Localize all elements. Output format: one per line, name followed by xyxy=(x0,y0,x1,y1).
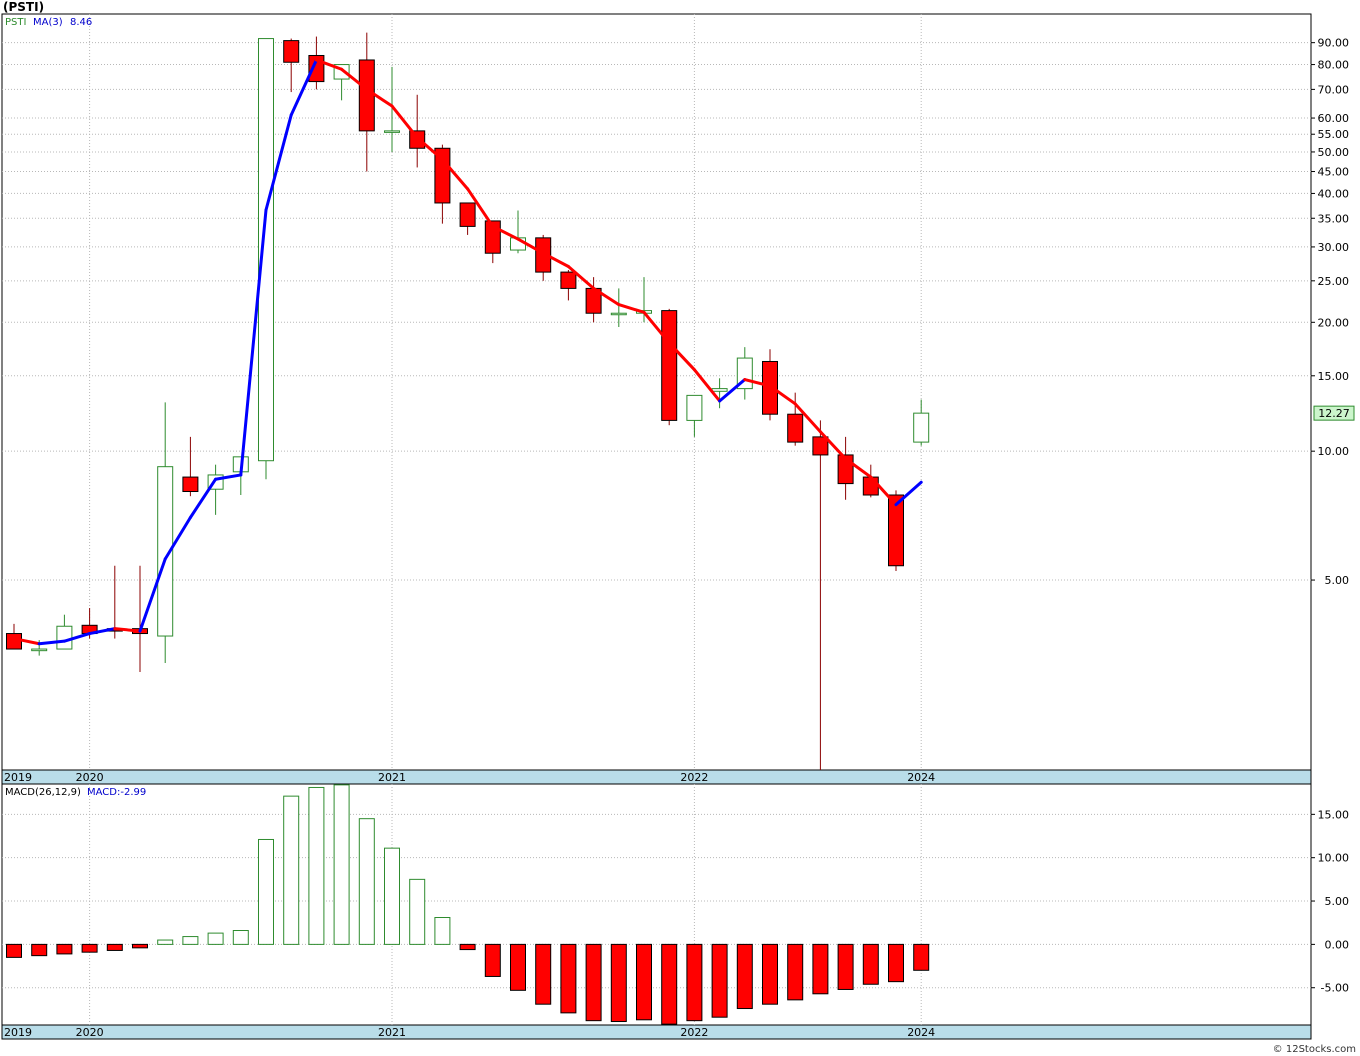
candle-body xyxy=(661,310,678,421)
macd-bar xyxy=(661,943,678,1025)
x-tick-label: 2024 xyxy=(907,1026,935,1039)
candle-body xyxy=(31,648,48,652)
x-axis-band xyxy=(1,1024,1312,1040)
price-panel-frame xyxy=(1,13,1312,771)
macd-bar xyxy=(308,786,325,945)
macd-tick-label: -5.00 xyxy=(1321,982,1349,995)
price-tick-label: 35.00 xyxy=(1318,212,1350,225)
price-tick-label: 25.00 xyxy=(1318,275,1350,288)
macd-bar xyxy=(384,847,400,945)
legend-indicator-value: 8.46 xyxy=(70,17,92,28)
macd-tick-label: 15.00 xyxy=(1318,808,1350,821)
macd-bar xyxy=(560,943,577,1014)
candle-body xyxy=(913,412,930,443)
price-tick-label: 10.00 xyxy=(1318,445,1350,458)
x-tick-label: 2022 xyxy=(680,1026,708,1039)
macd-bar xyxy=(837,943,854,990)
macd-bar xyxy=(106,943,123,951)
macd-bar xyxy=(434,917,451,945)
candle-body xyxy=(56,625,73,650)
macd-bar xyxy=(812,943,829,995)
price-tick-label: 50.00 xyxy=(1318,146,1350,159)
x-tick-label: 2020 xyxy=(76,771,104,784)
macd-bar xyxy=(535,943,552,1005)
price-tick-label: 15.00 xyxy=(1318,370,1350,383)
x-tick-label: 2019 xyxy=(4,771,32,784)
macd-bar xyxy=(610,943,627,1023)
macd-bar xyxy=(207,932,224,945)
x-tick-label: 2020 xyxy=(76,1026,104,1039)
price-tick-label: 30.00 xyxy=(1318,241,1350,254)
price-tick-label: 5.00 xyxy=(1325,574,1350,587)
price-tick-label: 20.00 xyxy=(1318,316,1350,329)
candle-body xyxy=(459,202,476,227)
x-tick-label: 2022 xyxy=(680,771,708,784)
price-tick-label: 40.00 xyxy=(1318,187,1350,200)
macd-bar xyxy=(711,943,728,1018)
macd-panel-frame xyxy=(1,783,1312,1026)
macd-bar xyxy=(510,943,526,991)
candle-body xyxy=(711,388,728,392)
macd-bar xyxy=(333,784,350,945)
candle-body xyxy=(686,394,703,421)
macd-bar xyxy=(736,943,753,1010)
macd-tick-label: 0.00 xyxy=(1325,938,1350,951)
macd-tick-label: 5.00 xyxy=(1325,895,1350,908)
candle-body xyxy=(6,633,22,650)
candle-body xyxy=(787,413,804,443)
macd-bar xyxy=(913,943,930,971)
last-price-label: 12.27 xyxy=(1318,407,1350,420)
macd-bar xyxy=(358,818,375,945)
macd-bar xyxy=(409,878,426,945)
macd-bar xyxy=(56,943,73,955)
macd-bar xyxy=(862,943,879,985)
macd-bar xyxy=(787,943,804,1001)
macd-bar xyxy=(132,943,148,949)
macd-bar xyxy=(484,943,501,977)
macd-bar xyxy=(232,930,249,945)
candle-body xyxy=(182,476,199,493)
candle-body xyxy=(283,40,300,63)
macd-bar xyxy=(258,838,274,945)
macd-bar xyxy=(636,943,652,1021)
macd-legend-name: MACD(26,12,9) xyxy=(5,787,81,798)
price-tick-label: 55.00 xyxy=(1318,128,1350,141)
macd-bar xyxy=(459,943,476,951)
macd-bar xyxy=(31,943,48,957)
macd-bar xyxy=(157,939,174,945)
macd-legend-value: MACD:-2.99 xyxy=(87,787,146,798)
candle-body xyxy=(384,130,400,133)
x-axis-band xyxy=(1,769,1312,785)
price-tick-label: 45.00 xyxy=(1318,166,1350,179)
x-tick-label: 2021 xyxy=(378,771,406,784)
x-tick-label: 2021 xyxy=(378,1026,406,1039)
price-tick-label: 80.00 xyxy=(1318,59,1350,72)
candle-body xyxy=(762,360,778,415)
stock-chart: 90.00 80.00 70.00 60.00 55.00 50.00 45.00 40.00… xyxy=(1,13,1355,1040)
macd-bar xyxy=(182,936,199,945)
macd-bar xyxy=(81,943,98,953)
macd-bar xyxy=(762,943,778,1005)
price-tick-label: 60.00 xyxy=(1318,112,1350,125)
candle-body xyxy=(358,59,375,132)
watermark: © 12Stocks.com xyxy=(1272,1044,1356,1055)
macd-bar xyxy=(585,943,602,1022)
price-tick-label: 70.00 xyxy=(1318,83,1350,96)
candle-body xyxy=(560,271,577,289)
macd-bar xyxy=(283,795,300,945)
candle-body xyxy=(862,476,879,496)
macd-bar xyxy=(6,943,22,958)
macd-bar xyxy=(686,943,703,1022)
x-tick-label: 2019 xyxy=(4,1026,32,1039)
macd-bar xyxy=(888,943,904,983)
legend-indicator: MA(3) xyxy=(33,17,63,28)
x-tick-label: 2024 xyxy=(907,771,935,784)
candle-body xyxy=(610,312,627,316)
legend-symbol: PSTI xyxy=(5,17,26,28)
price-tick-label: 90.00 xyxy=(1318,37,1350,50)
macd-tick-label: 10.00 xyxy=(1318,852,1350,865)
